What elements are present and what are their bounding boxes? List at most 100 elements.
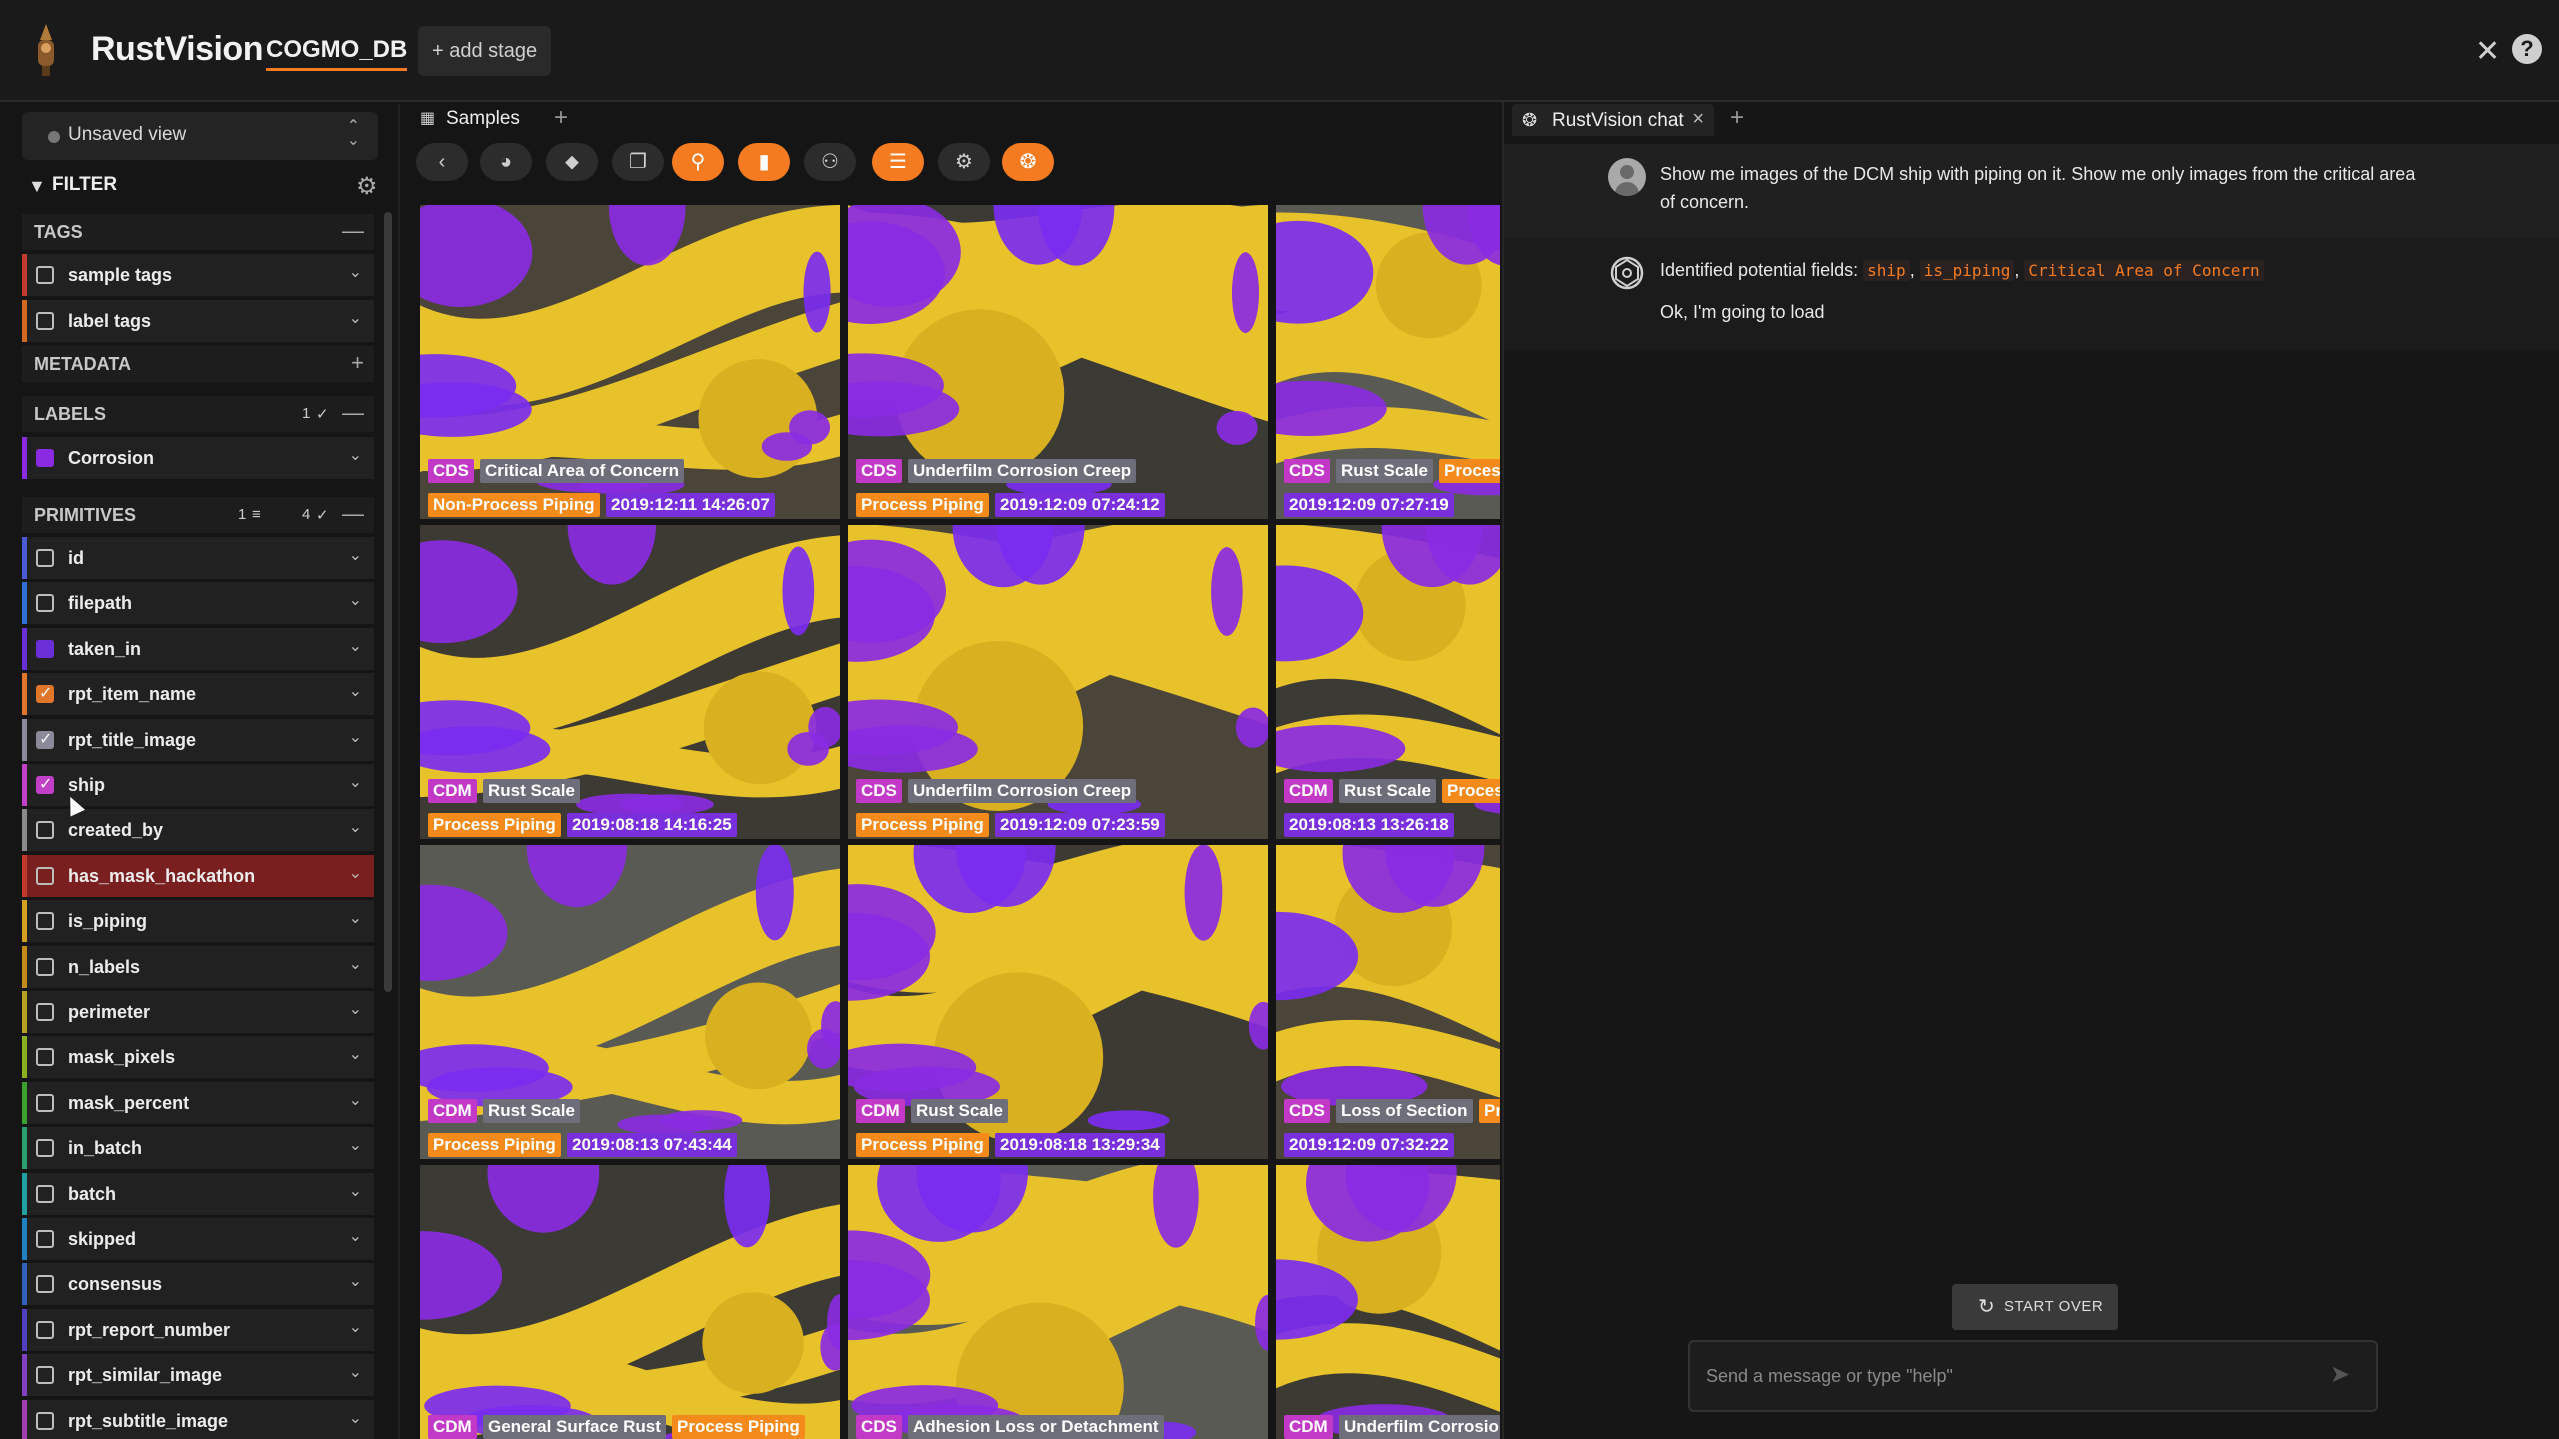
tag-row[interactable]: sample tags ⌄	[22, 254, 374, 296]
collapse-icon[interactable]: —	[342, 218, 364, 244]
list-icon[interactable]: ☰	[872, 143, 924, 181]
collapse-icon[interactable]: —	[342, 501, 364, 527]
checkbox[interactable]	[36, 312, 54, 330]
checkbox[interactable]	[36, 1184, 54, 1203]
collapse-icon[interactable]: —	[342, 400, 364, 426]
checkbox[interactable]	[36, 1275, 54, 1294]
primitive-row[interactable]: ✓ rpt_item_name ⌄	[22, 673, 374, 716]
chevron-down-icon[interactable]: ⌄	[349, 590, 362, 610]
primitive-row[interactable]: consensus ⌄	[22, 1263, 374, 1306]
section-tags[interactable]: TAGS —	[22, 214, 374, 250]
chevron-down-icon[interactable]: ⌄	[349, 1135, 362, 1155]
add-panel-icon[interactable]: +	[554, 104, 568, 132]
chevron-down-icon[interactable]: ⌄	[349, 545, 362, 565]
view-selector[interactable]: Unsaved view ⌃ ⌄	[22, 112, 378, 160]
tag-icon[interactable]: ⬥	[546, 143, 598, 181]
checkbox[interactable]: ✓	[36, 685, 54, 704]
primitive-row[interactable]: n_labels ⌄	[22, 945, 374, 988]
plus-icon[interactable]: +	[351, 350, 364, 376]
checkbox[interactable]	[36, 957, 54, 976]
label-row[interactable]: Corrosion ⌄	[22, 437, 374, 479]
gear-icon[interactable]: ⚙	[356, 172, 378, 201]
sample-tile[interactable]: CDM Rust Scale Process Piping 2019:08:18 14…	[420, 525, 840, 839]
start-over-button[interactable]: ↻ START OVER	[1952, 1284, 2118, 1330]
openai-icon[interactable]: ❂	[1002, 143, 1054, 181]
sample-tile[interactable]: CDM General Surface Rust Process Piping	[420, 1165, 840, 1439]
search-icon[interactable]: ⚲	[672, 143, 724, 181]
sample-tile[interactable]: CDS Adhesion Loss or Detachment	[848, 1165, 1268, 1439]
sample-tile[interactable]: CDSLoss of Section Pro 2019:12:09 07:32:22	[1276, 845, 1500, 1159]
primitive-row[interactable]: id ⌄	[22, 537, 374, 579]
palette-icon[interactable]: ◕	[480, 143, 532, 181]
primitive-row[interactable]: ✓ rpt_title_image ⌄	[22, 718, 374, 761]
chevron-down-icon[interactable]: ⌄	[349, 772, 362, 792]
close-tab-icon[interactable]: ×	[1692, 108, 1704, 131]
sample-tile[interactable]: CDM Rust Scale Process Piping 2019:08:18 13…	[848, 845, 1268, 1159]
chat-message-input[interactable]	[1706, 1360, 2306, 1392]
add-stage-button[interactable]: + add stage	[418, 26, 552, 76]
primitive-row[interactable]: batch ⌄	[22, 1172, 374, 1215]
primitive-row[interactable]: created_by ⌄	[22, 809, 374, 852]
tab-samples[interactable]: ▦ Samples	[408, 102, 536, 134]
chevron-down-icon[interactable]: ⌄	[349, 999, 362, 1019]
primitive-row[interactable]: is_piping ⌄	[22, 900, 374, 943]
chevron-down-icon[interactable]: ⌄	[349, 908, 362, 928]
checkbox[interactable]	[36, 866, 54, 885]
tab-rustvision-chat[interactable]: ❂ RustVision chat ×	[1512, 104, 1714, 136]
checkbox[interactable]	[36, 449, 54, 467]
checkbox[interactable]	[36, 1048, 54, 1067]
primitive-row[interactable]: skipped ⌄	[22, 1218, 374, 1260]
chevron-down-icon[interactable]: ⌄	[349, 308, 362, 328]
sample-tile[interactable]: CDS Underfilm Corrosion Creep Process Pipi…	[848, 205, 1268, 519]
checkbox[interactable]	[36, 1411, 54, 1430]
primitive-row[interactable]: rpt_subtitle_image ⌄	[22, 1399, 374, 1439]
chevron-down-icon[interactable]: ⌄	[349, 636, 362, 656]
section-primitives[interactable]: PRIMITIVES — 1 ≡ 4 ✓	[22, 497, 374, 533]
checkbox[interactable]: ✓	[36, 730, 54, 749]
chevron-down-icon[interactable]: ⌄	[349, 1362, 362, 1382]
chevron-down-icon[interactable]: ⌄	[349, 445, 362, 465]
primitive-row[interactable]: mask_pixels ⌄	[22, 1036, 374, 1079]
checkbox[interactable]	[36, 1230, 54, 1248]
settings-icon[interactable]: ⚙	[938, 143, 990, 181]
chevron-down-icon[interactable]: ⌄	[349, 1226, 362, 1246]
checkbox[interactable]	[36, 1093, 54, 1112]
checkbox[interactable]	[36, 1320, 54, 1339]
sample-tile[interactable]: CDM Underfilm Corrosio	[1276, 1165, 1500, 1439]
close-icon[interactable]: ✕	[2475, 34, 2500, 69]
checkbox[interactable]: ✓	[36, 776, 54, 794]
chevron-down-icon[interactable]: ⌄	[349, 817, 362, 837]
add-tab-icon[interactable]: +	[1730, 104, 1744, 132]
send-icon[interactable]: ➤	[2330, 1360, 2350, 1389]
primitive-row[interactable]: in_batch ⌄	[22, 1127, 374, 1170]
sample-tile[interactable]: CDSRust ScaleProcess 2019:12:09 07:27:19	[1276, 205, 1500, 519]
patches-icon[interactable]: ❐	[612, 143, 664, 181]
chevron-down-icon[interactable]: ⌄	[349, 262, 362, 282]
primitive-row[interactable]: perimeter ⌄	[22, 991, 374, 1033]
primitive-row[interactable]: filepath ⌄	[22, 582, 374, 625]
chevron-down-icon[interactable]: ⌄	[349, 863, 362, 883]
checkbox[interactable]	[36, 821, 54, 840]
checkbox[interactable]	[36, 1366, 54, 1385]
primitive-row[interactable]: taken_in ⌄	[22, 627, 374, 670]
chevron-down-icon[interactable]: ⌄	[349, 1044, 362, 1064]
checkbox[interactable]	[36, 266, 54, 284]
checkbox[interactable]	[36, 1139, 54, 1158]
chevron-down-icon[interactable]: ⌄	[349, 1271, 362, 1291]
checkbox[interactable]	[36, 594, 54, 613]
sidebar-scrollbar[interactable]	[384, 212, 392, 992]
section-metadata[interactable]: METADATA +	[22, 346, 374, 382]
sample-tile[interactable]: CDS Underfilm Corrosion Creep Process Pipi…	[848, 525, 1268, 839]
chevron-down-icon[interactable]: ⌄	[349, 1317, 362, 1337]
sample-tile[interactable]: CDM Rust Scale Process Piping 2019:08:13 07…	[420, 845, 840, 1159]
chevron-left-icon[interactable]: ‹	[416, 143, 468, 181]
checkbox[interactable]	[36, 1003, 54, 1021]
sample-tile[interactable]: CDS Critical Area of Concern Non-Process P…	[420, 205, 840, 519]
primitive-row[interactable]: has_mask_hackathon ⌄	[22, 854, 374, 897]
chevron-down-icon[interactable]: ⌄	[349, 1181, 362, 1201]
help-icon[interactable]: ?	[2512, 34, 2542, 64]
sample-tile[interactable]: CDMRust ScaleProcess 2019:08:13 13:26:18	[1276, 525, 1500, 839]
checkbox[interactable]	[36, 912, 54, 931]
checkbox[interactable]	[36, 639, 54, 658]
bookmark-icon[interactable]: ▮	[738, 143, 790, 181]
